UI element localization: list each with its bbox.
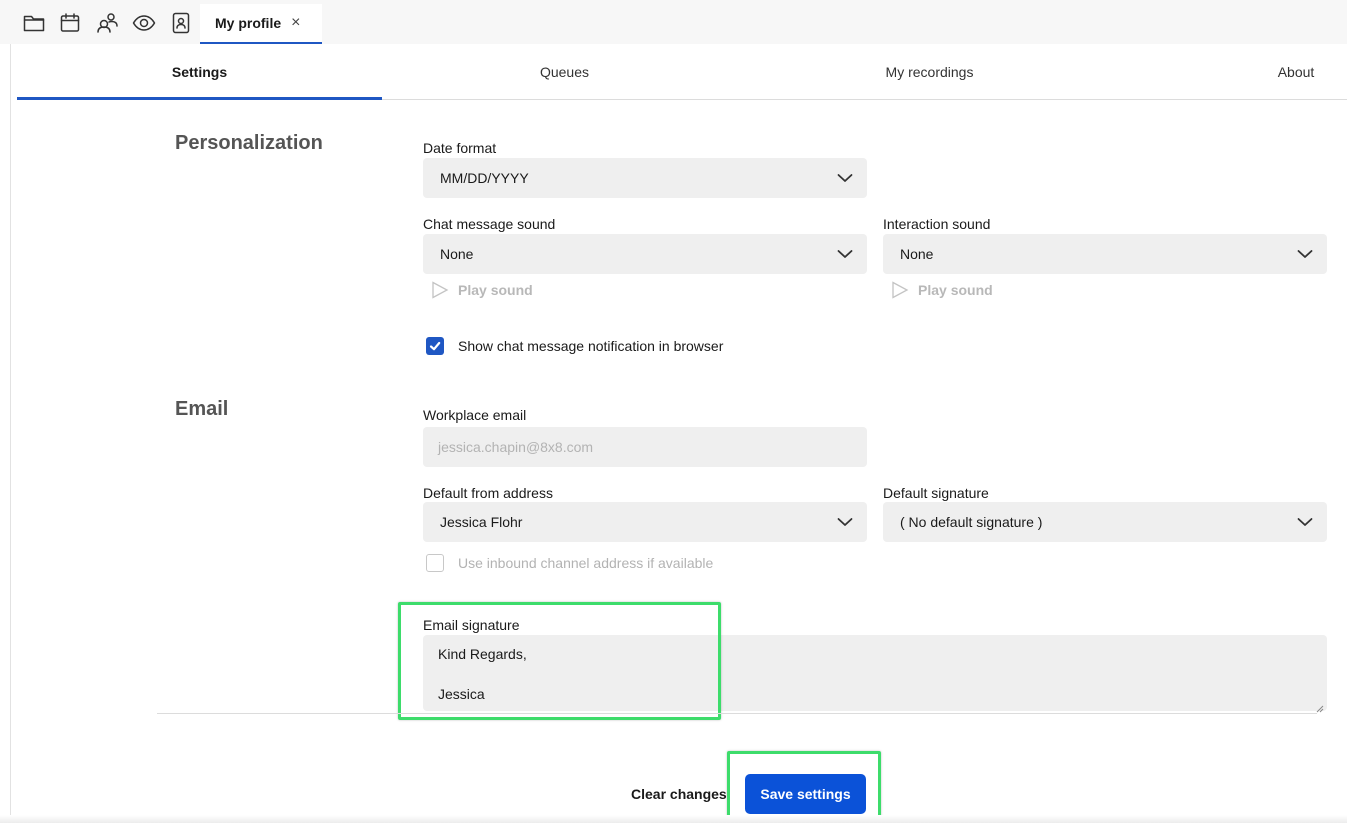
inbound-address-checkbox[interactable]	[426, 554, 444, 572]
personalization-title: Personalization	[175, 132, 323, 154]
date-format-value: MM/DD/YYYY	[440, 170, 529, 186]
save-settings-button[interactable]: Save settings	[745, 774, 866, 814]
default-signature-label: Default signature	[883, 485, 989, 501]
signature-line-1: Kind Regards,	[438, 646, 527, 662]
notification-label: Show chat message notification in browse…	[458, 338, 724, 354]
play-icon	[892, 281, 909, 299]
close-icon[interactable]: ×	[291, 14, 300, 32]
active-tab-indicator	[17, 97, 382, 100]
from-address-value: Jessica Flohr	[440, 514, 523, 530]
people-icon[interactable]	[94, 10, 120, 36]
default-signature-value: ( No default signature )	[900, 514, 1043, 530]
chat-play-sound-button[interactable]: Play sound	[431, 281, 533, 299]
interaction-play-sound-button[interactable]: Play sound	[891, 281, 993, 299]
checkmark-icon	[429, 341, 441, 351]
email-title: Email	[175, 398, 229, 420]
signature-blank-line	[438, 665, 1312, 685]
footer-divider	[157, 713, 1317, 714]
play-icon	[432, 281, 449, 299]
workplace-email-label: Workplace email	[423, 407, 527, 423]
interaction-play-sound-label: Play sound	[918, 282, 993, 298]
bottom-edge	[0, 815, 1347, 823]
email-signature-label: Email signature	[423, 617, 520, 633]
inbound-address-label: Use inbound channel address if available	[458, 555, 714, 571]
chat-sound-select[interactable]: None	[423, 234, 867, 274]
chevron-down-icon	[1297, 246, 1313, 262]
signature-line-2: Jessica	[438, 686, 485, 702]
chat-sound-label: Chat message sound	[423, 216, 556, 232]
page: My profile × Settings Queues My recordin…	[0, 0, 1347, 823]
interaction-sound-select[interactable]: None	[883, 234, 1327, 274]
date-format-select[interactable]: MM/DD/YYYY	[423, 158, 867, 198]
from-address-label: Default from address	[423, 485, 553, 501]
email-signature-textarea[interactable]: Kind Regards, Jessica	[423, 635, 1327, 713]
from-address-select[interactable]: Jessica Flohr	[423, 502, 867, 542]
workplace-email-field: jessica.chapin@8x8.com	[423, 427, 867, 467]
chevron-down-icon	[837, 170, 853, 186]
tab-my-recordings[interactable]: My recordings	[747, 44, 1112, 100]
chevron-down-icon	[837, 246, 853, 262]
workplace-email-value: jessica.chapin@8x8.com	[438, 439, 594, 455]
folder-icon[interactable]	[21, 10, 47, 36]
resize-handle-icon[interactable]	[1316, 700, 1324, 713]
tab-my-profile[interactable]: My profile ×	[200, 4, 322, 44]
clear-changes-button[interactable]: Clear changes	[631, 786, 727, 802]
tab-about[interactable]: About	[1231, 44, 1347, 100]
tab-my-profile-label: My profile	[215, 15, 282, 31]
tab-queues[interactable]: Queues	[382, 44, 747, 100]
calendar-icon[interactable]	[57, 10, 83, 36]
tab-settings[interactable]: Settings	[17, 44, 382, 100]
interaction-sound-value: None	[900, 246, 934, 262]
date-format-label: Date format	[423, 140, 497, 156]
chevron-down-icon	[1297, 514, 1313, 530]
notification-checkbox[interactable]	[426, 337, 444, 355]
chevron-down-icon	[837, 514, 853, 530]
contact-book-icon[interactable]	[168, 10, 194, 36]
chat-sound-value: None	[440, 246, 474, 262]
default-signature-select[interactable]: ( No default signature )	[883, 502, 1327, 542]
interaction-sound-label: Interaction sound	[883, 216, 991, 232]
chat-play-sound-label: Play sound	[458, 282, 533, 298]
top-bar: My profile ×	[0, 0, 1347, 44]
eye-icon[interactable]	[131, 10, 157, 36]
